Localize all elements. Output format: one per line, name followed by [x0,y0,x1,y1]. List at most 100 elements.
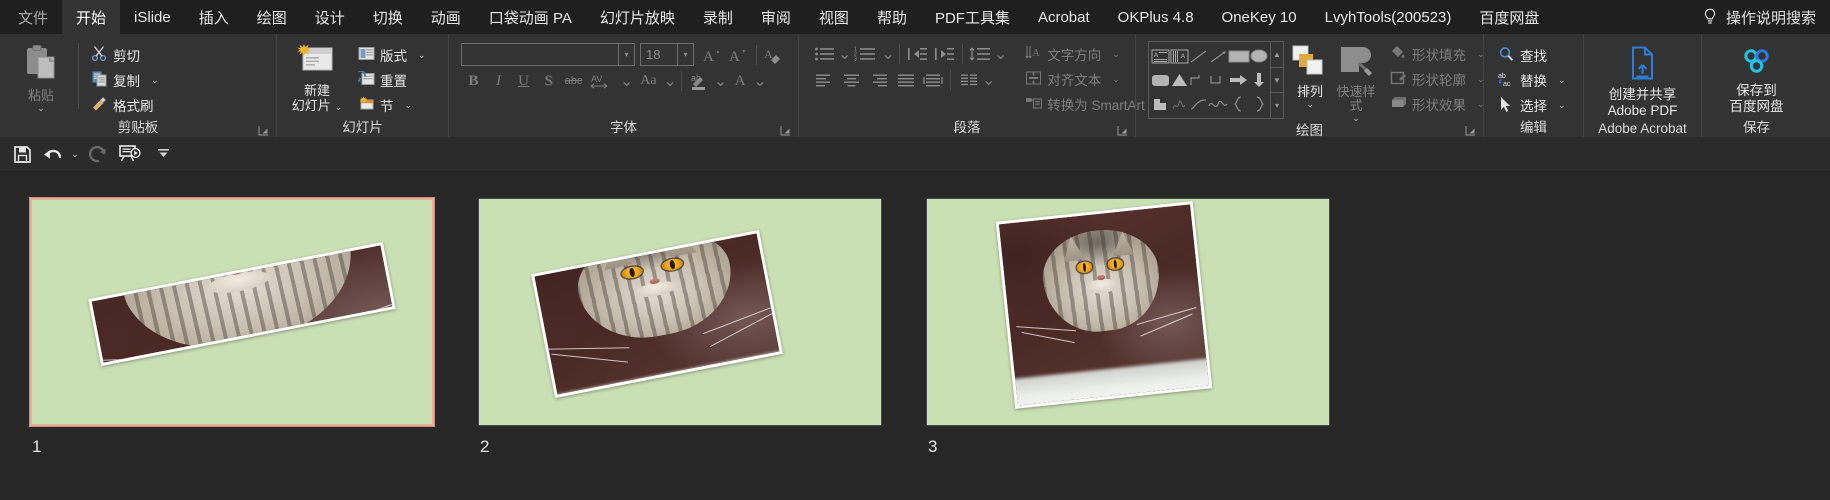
cat-photo-3[interactable] [995,201,1213,409]
ribbon-tab-16[interactable]: OKPlus 4.8 [1104,0,1208,34]
redo-button[interactable] [84,140,112,168]
replace-button[interactable]: ab ac 替换 ⌄ [1494,68,1570,92]
chevron-down-icon[interactable]: ⌄ [838,44,851,64]
create-and-share-adobe-pdf-button[interactable]: 创建并共享 Adobe PDF [1595,41,1691,119]
section-button[interactable]: 节 ⌄ [354,93,430,117]
columns-button[interactable] [955,68,982,93]
shape-rounded-rectangle[interactable] [1151,68,1170,92]
ribbon-tab-15[interactable]: Acrobat [1024,0,1104,34]
shape-effects-button[interactable]: 形状效果 ⌄ [1386,92,1489,116]
shape-fill-button[interactable]: 形状填充 ⌄ [1386,42,1489,66]
slide-canvas-1[interactable] [29,197,435,427]
shape-connector-elbow2[interactable] [1208,68,1228,92]
justify-button[interactable] [892,68,919,93]
chevron-down-icon[interactable]: ⌄ [1112,49,1120,60]
ribbon-tab-11[interactable]: 审阅 [747,0,805,34]
arrange-button[interactable]: 排列 ⌄ [1290,41,1330,109]
font-name-dropdown[interactable]: ▾ [619,43,635,66]
italic-button[interactable]: I [486,69,511,94]
font-color-button[interactable]: A [727,69,753,94]
font-size-input[interactable]: 18 [640,43,678,66]
font-size-dropdown[interactable]: ▾ [678,43,694,66]
chevron-down-icon[interactable]: ⌄ [663,71,676,91]
gallery-scroll-up[interactable]: ▲ [1271,42,1283,67]
chevron-down-icon[interactable]: ⌄ [982,70,995,90]
underline-button[interactable]: U [511,69,536,94]
ribbon-tab-19[interactable]: 百度网盘 [1465,0,1553,34]
align-center-button[interactable] [838,68,865,93]
strikethrough-button[interactable]: abc [561,69,586,94]
chevron-down-icon[interactable]: ⌄ [418,50,426,61]
ribbon-tab-5[interactable]: 设计 [301,0,359,34]
chevron-down-icon[interactable]: ⌄ [335,102,343,112]
gallery-more[interactable]: ▾ [1271,92,1283,118]
chevron-down-icon[interactable]: ⌄ [994,44,1007,64]
change-case-button[interactable]: Aa [633,69,663,94]
shape-scribble[interactable] [1170,92,1189,116]
chevron-down-icon[interactable]: ⌄ [753,71,766,91]
font-dialog-launcher[interactable] [780,123,791,136]
shape-triangle[interactable] [1170,68,1189,92]
chevron-down-icon[interactable]: ⌄ [37,104,45,113]
ribbon-tab-18[interactable]: LvyhTools(200523) [1311,0,1466,34]
slide-canvas-3[interactable] [926,198,1330,426]
align-left-button[interactable] [811,68,838,93]
numbering-button[interactable]: 123 [851,42,881,67]
cat-photo-1[interactable] [88,242,396,366]
ribbon-tab-6[interactable]: 切换 [359,0,417,34]
clipboard-dialog-launcher[interactable] [258,123,269,136]
save-button[interactable] [8,140,36,168]
shape-right-arrow[interactable] [1228,68,1250,92]
slide-canvas-2[interactable] [478,198,882,426]
shape-line[interactable] [1189,44,1208,68]
text-highlight-color-button[interactable]: ab [686,69,714,94]
shape-rectangle[interactable] [1228,44,1250,68]
decrease-font-size-button[interactable]: A [726,42,752,67]
increase-font-size-button[interactable]: A [700,42,726,67]
chevron-down-icon[interactable]: ⌄ [1306,100,1314,109]
ribbon-tab-2[interactable]: iSlide [120,0,185,34]
distribute-button[interactable] [919,68,946,93]
ribbon-tab-1[interactable]: 开始 [62,0,121,34]
paste-button[interactable]: 粘贴 ⌄ [10,41,72,113]
character-spacing-button[interactable]: AV [586,69,620,94]
ribbon-tab-8[interactable]: 口袋动画 PA [475,0,586,34]
slide-sorter-pane[interactable]: 1 2 3 [0,172,1830,499]
shape-connector-elbow[interactable] [1189,68,1208,92]
shapes-gallery[interactable]: A A ▲ ▼ ▾ [1148,41,1284,119]
slide-thumbnail-3[interactable]: 3 [926,198,1330,499]
bold-button[interactable]: B [461,69,486,94]
chevron-down-icon[interactable]: ⌄ [405,100,413,111]
chevron-down-icon[interactable]: ⌄ [151,75,159,86]
gallery-scroll-down[interactable]: ▼ [1271,66,1283,93]
start-from-beginning-button[interactable] [114,140,146,168]
shape-arrow-line[interactable] [1208,44,1228,68]
bullets-button[interactable] [811,42,838,67]
cut-button[interactable]: 剪切 [87,43,163,67]
select-button[interactable]: 选择 ⌄ [1494,93,1570,117]
ribbon-tab-14[interactable]: PDF工具集 [921,0,1024,34]
ribbon-tab-13[interactable]: 帮助 [863,0,921,34]
ribbon-tab-4[interactable]: 绘图 [243,0,301,34]
font-name-input[interactable] [461,43,619,66]
shape-vertical-textbox[interactable]: A [1170,44,1189,68]
find-button[interactable]: 查找 [1494,43,1570,67]
shapes-gallery-scrollbar[interactable]: ▲ ▼ ▾ [1270,42,1283,118]
chevron-down-icon[interactable]: ⌄ [620,71,633,91]
shape-right-brace[interactable] [1250,92,1268,116]
align-right-button[interactable] [865,68,892,93]
ribbon-tab-9[interactable]: 幻灯片放映 [586,0,689,34]
customize-quick-access-toolbar[interactable] [156,148,170,160]
ribbon-tab-0[interactable]: 文件 [4,0,62,34]
drawing-dialog-launcher[interactable] [1465,123,1476,136]
increase-indent-button[interactable] [931,42,958,67]
shape-curve[interactable] [1189,92,1208,116]
new-slide-button[interactable]: 新建 幻灯片 ⌄ [284,41,350,113]
shape-wave[interactable] [1208,92,1228,116]
format-painter-button[interactable]: 格式刷 [87,93,163,117]
ribbon-tab-3[interactable]: 插入 [185,0,243,34]
paragraph-dialog-launcher[interactable] [1117,123,1128,136]
decrease-indent-button[interactable] [904,42,931,67]
save-to-baidu-netdisk-button[interactable]: 保存到 百度网盘 [1709,41,1804,115]
quick-styles-button[interactable]: 快速样式 ⌄ [1336,41,1376,123]
